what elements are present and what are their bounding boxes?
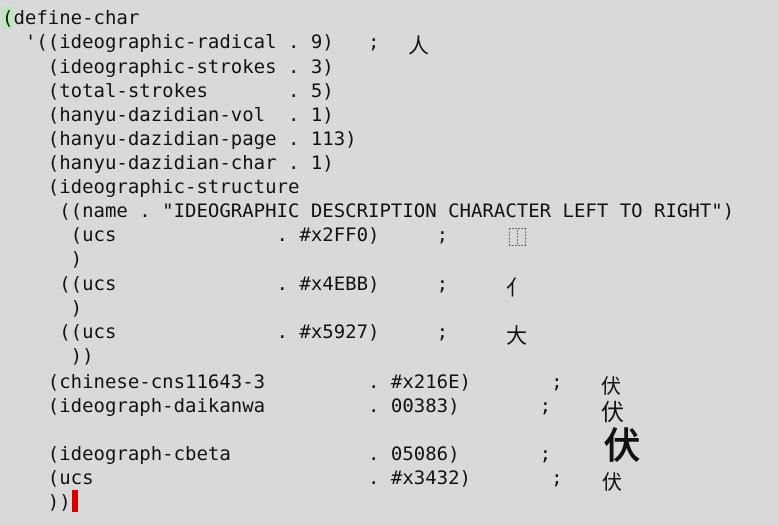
code-line-13: ) [2,297,83,319]
code-line-3: (ideographic-strokes . 3) [2,56,334,78]
code-line-15: )) [2,345,94,367]
code-line-11: ) [2,248,83,270]
component-glyph-4ebb: 亻 [506,276,527,300]
code-line-12: ((ucs . #x4EBB) ; [2,273,460,295]
code-line-8: (ideographic-structure [2,176,300,198]
code-line-10: (ucs . #x2FF0) ; [2,224,460,246]
radical-glyph: 人 [408,34,429,58]
component-glyph-5927: 大 [506,324,527,348]
code-line-18: (ideograph-cbeta . 05086) ; [2,443,563,465]
code-line-17: (ideograph-daikanwa . 00383) ; [2,395,563,417]
code-line-14: ((ucs . #x5927) ; [2,321,460,343]
code-text: )) [2,491,71,513]
code-line-7: (hanyu-dazidian-char . 1) [2,152,334,174]
code-line-4: (total-strokes . 5) [2,80,334,102]
cbeta-glyph-image: 伏 [604,426,641,467]
code-line-2: '((ideographic-radical . 9) ; [2,31,391,53]
ids-left-right-glyph: ⿰ [508,227,528,249]
ucs-3432-glyph: 伏 [602,470,622,494]
code-line-20: )) [2,490,78,514]
matched-paren: ( [2,7,14,29]
code-line-1: (define-char [2,6,139,30]
code-line-6: (hanyu-dazidian-page . 113) [2,128,357,150]
text-cursor [71,490,78,512]
code-line-19: (ucs . #x3432) ; [2,467,574,489]
code-editor-buffer[interactable]: (define-char '((ideographic-radical . 9)… [0,0,778,525]
code-text: define-char [13,7,140,29]
code-line-5: (hanyu-dazidian-vol . 1) [2,104,334,126]
code-line-16: (chinese-cns11643-3 . #x216E) ; [2,371,574,393]
code-line-9: ((name . "IDEOGRAPHIC DESCRIPTION CHARAC… [2,200,735,222]
